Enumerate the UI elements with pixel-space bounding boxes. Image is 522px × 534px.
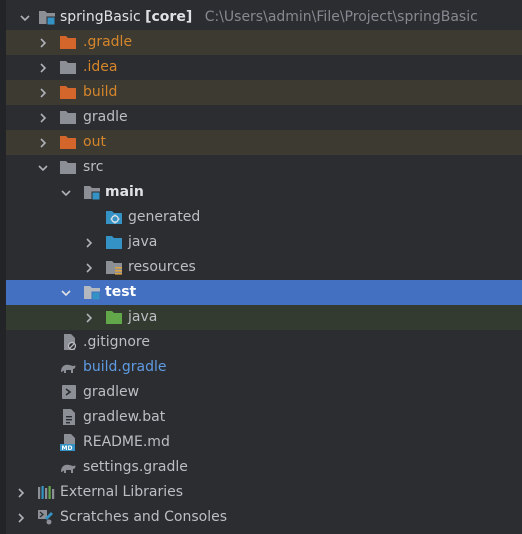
tree-row-test-java[interactable]: java — [6, 305, 522, 330]
svg-text:MD: MD — [62, 445, 73, 451]
generated-sources-icon — [105, 208, 123, 226]
scratches-label: Scratches and Consoles — [60, 509, 227, 525]
chevron-down-icon[interactable] — [35, 155, 51, 180]
chevron-right-icon[interactable] — [81, 255, 97, 280]
project-name: springBasic — [60, 9, 141, 25]
folder-icon — [59, 133, 77, 151]
tree-row-dot-gradle[interactable]: .gradle — [6, 30, 522, 55]
tree-row-gradle[interactable]: gradle — [6, 105, 522, 130]
test-java-label: java — [128, 309, 158, 325]
gradle-label: gradle — [83, 109, 128, 125]
chevron-right-icon[interactable] — [35, 105, 51, 130]
dot-idea-label: .idea — [83, 59, 118, 75]
readme-label: README.md — [83, 434, 170, 450]
chevron-right-icon[interactable] — [81, 230, 97, 255]
chevron-right-icon[interactable] — [35, 30, 51, 55]
tree-row-gitignore[interactable]: .gitignore — [6, 330, 522, 355]
folder-icon — [59, 108, 77, 126]
settings-gradle-label: settings.gradle — [83, 459, 188, 475]
project-path: C:\Users\admin\File\Project\springBasic — [204, 9, 478, 25]
folder-icon — [59, 33, 77, 51]
tree-row-src[interactable]: src — [6, 155, 522, 180]
main-label: main — [105, 184, 144, 200]
folder-icon — [59, 58, 77, 76]
source-root-icon — [105, 233, 123, 251]
module-folder-icon — [83, 283, 101, 301]
tree-row-gradlew-bat[interactable]: gradlew.bat — [6, 405, 522, 430]
chevron-right-icon[interactable] — [35, 130, 51, 155]
chevron-down-icon[interactable] — [58, 180, 74, 205]
tree-row-test[interactable]: test — [6, 280, 522, 305]
gradlew-bat-label: gradlew.bat — [83, 409, 166, 425]
tree-row-generated[interactable]: generated — [6, 205, 522, 230]
gradlew-label: gradlew — [83, 384, 140, 400]
gradle-icon — [59, 458, 77, 476]
chevron-right-icon[interactable] — [35, 80, 51, 105]
dot-gradle-label: .gradle — [83, 34, 133, 50]
tree-row-readme[interactable]: MD README.md — [6, 430, 522, 455]
tree-row-build-gradle[interactable]: build.gradle — [6, 355, 522, 380]
folder-icon — [59, 83, 77, 101]
terminal-icon — [60, 383, 78, 401]
folder-icon — [59, 158, 77, 176]
tree-row-main-java[interactable]: java — [6, 230, 522, 255]
gitignore-label: .gitignore — [83, 334, 150, 350]
chevron-right-icon[interactable] — [13, 505, 29, 530]
file-icon — [60, 408, 78, 426]
chevron-right-icon[interactable] — [13, 480, 29, 505]
generated-label: generated — [128, 209, 201, 225]
out-label: out — [83, 134, 106, 150]
resources-root-icon — [105, 258, 123, 276]
tree-row-scratches[interactable]: Scratches and Consoles — [6, 505, 522, 530]
test-root-icon — [105, 308, 123, 326]
tree-row-project-root[interactable]: springBasic [core] C:\Users\admin\File\P… — [6, 5, 522, 30]
module-folder-icon — [38, 8, 56, 26]
tree-row-gradlew[interactable]: gradlew — [6, 380, 522, 405]
chevron-right-icon[interactable] — [35, 55, 51, 80]
markdown-icon: MD — [60, 433, 78, 452]
gradle-icon — [59, 358, 77, 376]
chevron-down-icon[interactable] — [17, 5, 33, 30]
tree-row-dot-idea[interactable]: .idea — [6, 55, 522, 80]
chevron-right-icon[interactable] — [81, 305, 97, 330]
tree-row-external-libraries[interactable]: External Libraries — [6, 480, 522, 505]
tree-row-out[interactable]: out — [6, 130, 522, 155]
build-gradle-label: build.gradle — [83, 359, 167, 375]
main-java-label: java — [128, 234, 158, 250]
build-label: build — [83, 84, 118, 100]
external-libraries-label: External Libraries — [60, 484, 183, 500]
gitignore-icon — [60, 333, 78, 351]
tree-row-resources[interactable]: resources — [6, 255, 522, 280]
tree-row-settings-gradle[interactable]: settings.gradle — [6, 455, 522, 480]
chevron-down-icon[interactable] — [58, 280, 74, 305]
scratches-icon — [37, 508, 55, 526]
module-badge: [core] — [145, 9, 193, 25]
libraries-icon — [37, 483, 55, 501]
resources-label: resources — [128, 259, 196, 275]
src-label: src — [83, 159, 104, 175]
tree-row-main[interactable]: main — [6, 180, 522, 205]
tree-row-build[interactable]: build — [6, 80, 522, 105]
test-label: test — [105, 284, 137, 300]
module-folder-icon — [83, 183, 101, 201]
project-root-label: springBasic [core] C:\Users\admin\File\P… — [60, 5, 478, 30]
